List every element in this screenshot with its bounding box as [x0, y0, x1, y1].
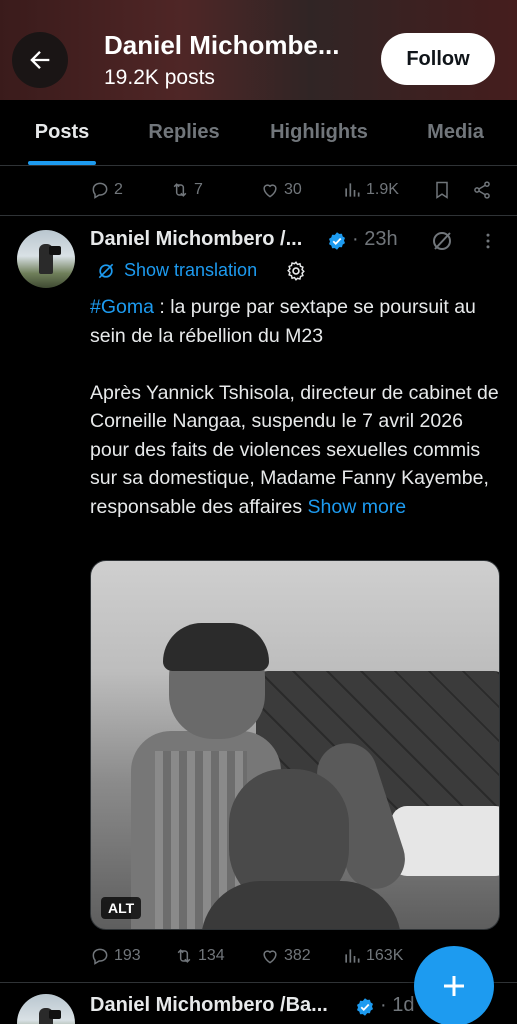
tab-replies[interactable]: Replies: [124, 100, 244, 165]
translate-icon: [98, 263, 114, 278]
next-post-time: · 1d: [380, 994, 415, 1016]
alt-badge[interactable]: ALT: [101, 897, 142, 919]
post-time: · 23h: [352, 228, 398, 250]
share-button[interactable]: [472, 180, 500, 200]
profile-name: Daniel Michombe...: [104, 30, 340, 60]
gear-icon[interactable]: [285, 260, 307, 282]
profile-tabs: Posts Replies Highlights Media: [0, 100, 517, 166]
reply-icon: [92, 182, 108, 199]
tab-media[interactable]: Media: [394, 100, 517, 165]
reply-button[interactable]: 193: [90, 946, 174, 966]
heart-icon: [263, 950, 277, 964]
verified-badge-icon: [329, 232, 345, 250]
like-button[interactable]: 30: [260, 180, 342, 200]
post-text: #Goma : la purge par sextape se poursuit…: [90, 296, 499, 518]
back-button[interactable]: [12, 32, 68, 88]
grok-icon[interactable]: [430, 229, 454, 253]
post-author[interactable]: Daniel Michombero /...: [90, 228, 302, 251]
show-more-link[interactable]: Show more: [308, 496, 407, 518]
avatar[interactable]: [17, 994, 75, 1024]
views-icon: [345, 183, 360, 197]
tab-posts[interactable]: Posts: [0, 100, 124, 165]
avatar[interactable]: [17, 230, 75, 288]
bookmark-icon: [436, 181, 448, 199]
reply-icon: [92, 948, 108, 965]
heart-icon: [263, 184, 277, 198]
posts-count: 19.2K posts: [104, 66, 215, 89]
tab-highlights[interactable]: Highlights: [244, 100, 394, 165]
arrow-left-icon: [30, 51, 50, 69]
like-button[interactable]: 382: [260, 946, 342, 966]
prev-post-actions: 2 7 30 1.9K: [90, 175, 500, 205]
hashtag-link[interactable]: #Goma: [90, 296, 154, 318]
compose-button[interactable]: [414, 946, 494, 1024]
profile-header: Daniel Michombe... 19.2K posts Follow: [0, 0, 517, 100]
more-options-icon[interactable]: [478, 231, 498, 251]
next-post-author[interactable]: Daniel Michombero /Ba...: [90, 994, 328, 1017]
share-icon: [474, 181, 490, 199]
views-button[interactable]: 1.9K: [342, 180, 432, 200]
repost-icon: [173, 183, 187, 197]
show-translation-link[interactable]: Show translation: [96, 260, 257, 281]
repost-icon: [177, 949, 191, 963]
reply-button[interactable]: 2: [90, 180, 170, 200]
follow-button[interactable]: Follow: [381, 33, 495, 85]
post-image[interactable]: ALT: [90, 560, 500, 930]
views-button[interactable]: 163K: [342, 946, 432, 966]
views-icon: [345, 949, 360, 963]
verified-badge-icon: [357, 998, 373, 1016]
repost-button[interactable]: 134: [174, 946, 260, 966]
bookmark-button[interactable]: [432, 180, 472, 200]
active-tab-indicator: [28, 161, 96, 165]
plus-icon: [444, 976, 464, 996]
repost-button[interactable]: 7: [170, 180, 260, 200]
post-divider: [0, 215, 517, 216]
